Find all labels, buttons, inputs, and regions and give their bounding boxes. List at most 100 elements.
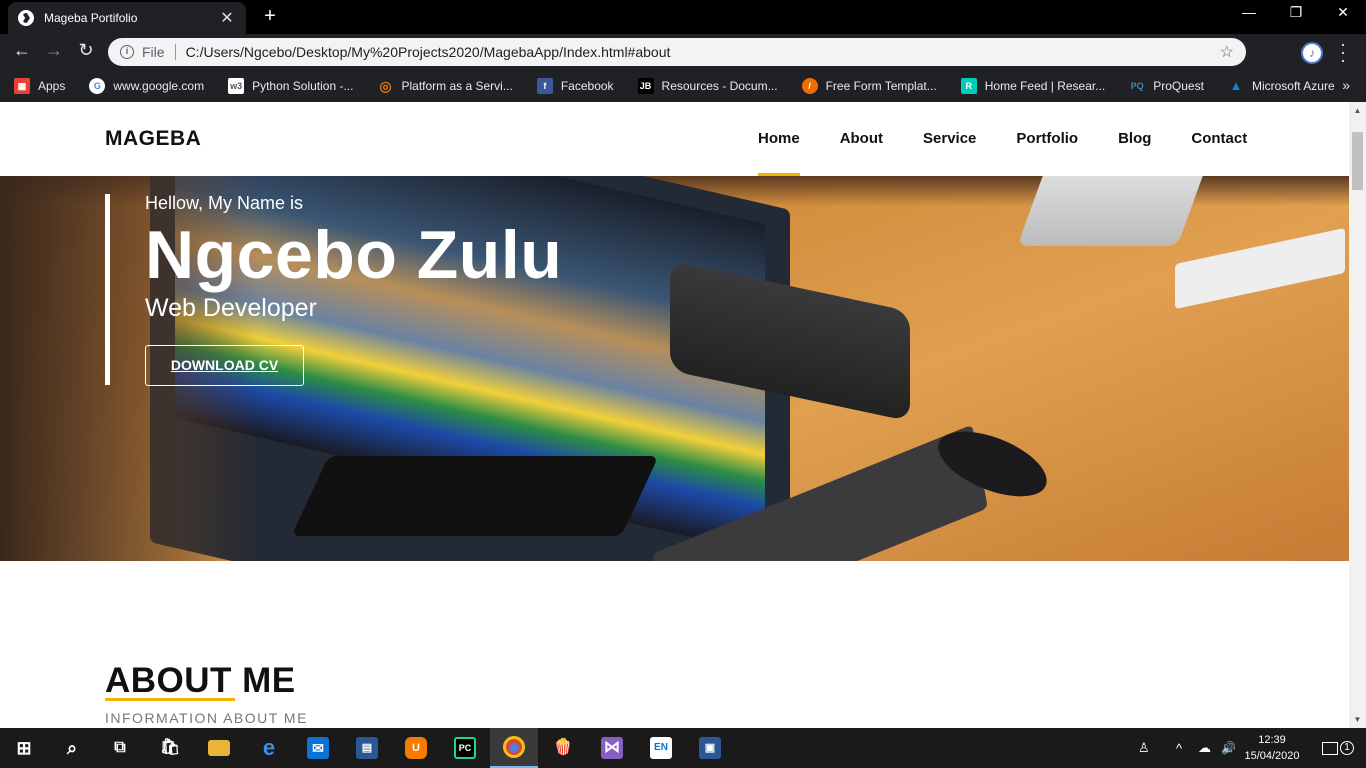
browser-toolbar: ← → ↻ i File C:/Users/Ngcebo/Desktop/My%…: [0, 34, 1366, 70]
browser-tab[interactable]: Mageba Portifolio ✕: [8, 2, 246, 34]
reload-button[interactable]: ↻: [74, 40, 98, 61]
bookmark-python-solution[interactable]: w3 Python Solution -...: [228, 78, 353, 94]
task-view-icon: ⧉: [114, 739, 126, 756]
site-logo[interactable]: MAGEBA: [105, 127, 201, 151]
address-bar[interactable]: i File C:/Users/Ngcebo/Desktop/My%20Proj…: [108, 38, 1246, 66]
bookmark-free-form[interactable]: / Free Form Templat...: [801, 78, 937, 94]
popcorn-icon: 🍿: [553, 739, 573, 756]
form-icon: /: [801, 78, 818, 94]
bookmark-label: Free Form Templat...: [825, 79, 937, 93]
taskbar-chrome[interactable]: ◉: [490, 728, 538, 768]
apps-grid-icon: ▦: [14, 78, 30, 94]
bookmark-apps[interactable]: ▦ Apps: [14, 78, 65, 94]
edge-icon: e: [262, 735, 276, 760]
azure-icon: ▲: [1229, 78, 1243, 93]
page-viewport: MAGEBA Home About Service Portfolio Blog…: [0, 102, 1349, 728]
nav-portfolio[interactable]: Portfolio: [1016, 102, 1078, 176]
hero-role: Web Developer: [145, 294, 317, 322]
taskbar-search[interactable]: ⌕: [48, 728, 96, 768]
hero-white-keyboard-image: [1175, 227, 1345, 310]
windows-taskbar: ⊞ ⌕ ⧉ 🛍 e ✉ ▤ U PC ◉ 🍿 ⋈ EN ▣ ♙ ^ ☁ 🔊 12…: [0, 728, 1366, 768]
taskbar-visual-studio[interactable]: ⋈: [588, 728, 636, 768]
tray-chevron-icon[interactable]: ^: [1176, 728, 1182, 768]
page-scrollbar[interactable]: ▲ ▼: [1349, 102, 1366, 728]
taskbar-store[interactable]: 🛍: [146, 728, 194, 768]
store-icon: 🛍: [159, 739, 181, 756]
download-cv-button[interactable]: DOWNLOAD CV: [145, 345, 304, 386]
browser-titlebar: Mageba Portifolio ✕ + — ❐ ✕: [0, 0, 1366, 34]
clock-date: 15/04/2020: [1244, 750, 1300, 762]
nav-contact[interactable]: Contact: [1191, 102, 1247, 176]
visual-studio-icon: ⋈: [601, 737, 623, 759]
info-icon[interactable]: i: [120, 45, 134, 59]
bookmark-azure[interactable]: ▲ Microsoft Azure: [1228, 78, 1335, 94]
taskbar-en-keyboard[interactable]: EN: [637, 728, 685, 768]
tab-title: Mageba Portifolio: [44, 11, 138, 25]
new-tab-button[interactable]: +: [258, 5, 282, 28]
globe-icon: [18, 10, 34, 26]
facebook-icon: f: [536, 78, 553, 94]
news-icon: ▤: [356, 737, 378, 759]
hero-monitor-stand-image: [291, 456, 659, 536]
taskbar-word[interactable]: ▣: [686, 728, 734, 768]
people-icon[interactable]: ♙: [1138, 728, 1150, 768]
bookmark-paas[interactable]: ◎ Platform as a Servi...: [377, 78, 512, 94]
proquest-icon: PQ: [1130, 81, 1144, 91]
taskbar-file-explorer[interactable]: [195, 728, 243, 768]
jb-icon: JB: [637, 78, 654, 94]
address-divider: [174, 44, 176, 60]
hero-imac-stand-image: [1017, 176, 1203, 246]
hero-name: Ngcebo Zulu: [145, 217, 563, 293]
word-icon: ▣: [699, 737, 721, 759]
hero-section: Hellow, My Name is Ngcebo Zulu Web Devel…: [0, 176, 1349, 561]
bookmark-label: Home Feed | Resear...: [984, 79, 1106, 93]
taskbar-uc-browser[interactable]: U: [392, 728, 440, 768]
bookmark-researchgate[interactable]: R Home Feed | Resear...: [960, 78, 1106, 94]
bookmark-resources[interactable]: JB Resources - Docum...: [637, 78, 778, 94]
back-button[interactable]: ←: [10, 40, 34, 61]
forward-button[interactable]: →: [42, 40, 66, 61]
system-clock[interactable]: 12:39 15/04/2020: [1242, 732, 1302, 764]
bookmark-google[interactable]: G www.google.com: [89, 78, 204, 94]
about-title-underline: [105, 698, 235, 701]
bookmark-proquest[interactable]: PQ ProQuest: [1129, 78, 1204, 94]
bookmarks-overflow-icon[interactable]: »: [1342, 77, 1350, 93]
nav-about[interactable]: About: [840, 102, 883, 176]
clock-time: 12:39: [1258, 734, 1286, 746]
close-window-button[interactable]: ✕: [1320, 4, 1366, 21]
scroll-up-icon[interactable]: ▲: [1349, 102, 1366, 119]
taskbar-pycharm[interactable]: PC: [441, 728, 489, 768]
taskbar-news[interactable]: ▤: [343, 728, 391, 768]
browser-menu-icon[interactable]: · · ·: [1336, 35, 1350, 69]
search-icon: ⌕: [66, 738, 78, 758]
mail-icon: ✉: [307, 737, 329, 759]
hero-greeting: Hellow, My Name is: [145, 193, 304, 213]
taskbar-edge[interactable]: e: [245, 728, 293, 768]
volume-icon[interactable]: 🔊: [1221, 728, 1236, 768]
windows-logo-icon: ⊞: [16, 738, 32, 758]
nav-home[interactable]: Home: [758, 102, 800, 176]
nav-service[interactable]: Service: [923, 102, 976, 176]
bookmark-star-icon[interactable]: ☆: [1220, 42, 1234, 62]
bookmark-label: Facebook: [560, 79, 614, 93]
scroll-down-icon[interactable]: ▼: [1349, 711, 1366, 728]
taskbar-popcorn[interactable]: 🍿: [539, 728, 587, 768]
bookmark-facebook[interactable]: f Facebook: [536, 78, 614, 94]
scroll-thumb[interactable]: [1352, 132, 1363, 190]
tab-close-icon[interactable]: ✕: [218, 8, 236, 28]
nav-blog[interactable]: Blog: [1118, 102, 1151, 176]
taskbar-mail[interactable]: ✉: [294, 728, 342, 768]
profile-avatar[interactable]: ♪: [1301, 42, 1323, 64]
url-text[interactable]: C:/Users/Ngcebo/Desktop/My%20Projects202…: [186, 44, 1220, 60]
file-explorer-icon: [208, 740, 230, 756]
start-button[interactable]: ⊞: [0, 728, 48, 768]
pycharm-icon: PC: [454, 737, 476, 759]
bookmark-label: Python Solution -...: [252, 79, 354, 93]
hero-accent-bar: [105, 194, 110, 385]
taskbar-task-view[interactable]: ⧉: [96, 728, 144, 768]
minimize-button[interactable]: —: [1226, 4, 1272, 20]
restore-button[interactable]: ❐: [1273, 4, 1319, 21]
notifications-button[interactable]: 1: [1322, 728, 1354, 768]
network-icon[interactable]: ☁: [1198, 728, 1211, 768]
uc-browser-icon: U: [405, 737, 427, 759]
